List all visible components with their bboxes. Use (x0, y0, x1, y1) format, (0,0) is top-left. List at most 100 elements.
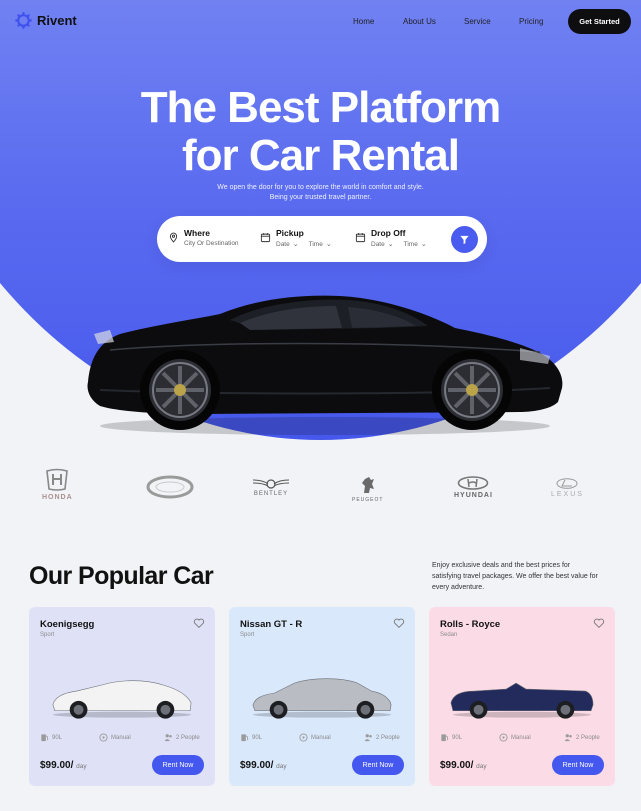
seat-capacity: 2 People (176, 734, 200, 741)
people-icon (564, 734, 572, 742)
price-period: day (76, 763, 87, 770)
brand-label-hyundai: HYUNDAI (454, 492, 493, 499)
transmission-spec: Manual (299, 733, 331, 742)
pickup-date-label: Date (276, 241, 290, 248)
headline-line-2: for Car Rental (182, 131, 460, 180)
steering-wheel-icon (499, 733, 508, 742)
steering-wheel-icon (299, 733, 308, 742)
car-image (252, 678, 392, 719)
fuel-spec: 90L (40, 733, 62, 742)
seat-capacity: 2 People (376, 734, 400, 741)
car-name: Koenigsegg (40, 619, 95, 630)
bentley-wings-icon (252, 479, 290, 489)
fuel-capacity: 90L (252, 734, 263, 741)
brand-ring-logo (146, 474, 194, 500)
rent-now-button[interactable]: Rent Now (152, 755, 204, 775)
nav-pricing[interactable]: Pricing (519, 17, 543, 26)
brand-label-bentley: BENTLEY (253, 491, 289, 497)
hero-subline: We open the door for you to explore the … (0, 183, 641, 202)
car-type: Sedan (440, 632, 458, 638)
brand-label-lexus: LEXUS (551, 491, 584, 498)
lexus-logo-icon (556, 478, 578, 489)
dropoff-time-label: Time (403, 241, 418, 248)
transmission-spec: Manual (99, 733, 131, 742)
car-specs: 90L Manual 2 People (440, 733, 606, 745)
steering-wheel-icon (99, 733, 108, 742)
filter-button[interactable] (451, 226, 478, 253)
chevron-down-icon: ⌄ (387, 241, 394, 248)
brand-label-honda: HONDA (42, 494, 73, 501)
chevron-down-icon: ⌄ (292, 241, 299, 248)
people-icon (164, 734, 172, 742)
hyundai-logo-icon (458, 476, 489, 490)
brand-hyundai: HYUNDAI (454, 476, 493, 499)
nav-service[interactable]: Service (464, 17, 491, 26)
fuel-spec: 90L (440, 733, 462, 742)
car-image (52, 680, 192, 719)
brand-label-peugeot: PEUGEOT (352, 497, 384, 503)
pickup-time-select[interactable]: Time ⌄ (309, 240, 332, 248)
where-field[interactable]: Where City Or Destination (168, 228, 239, 247)
fuel-pump-icon (441, 734, 449, 742)
navbar: Rivent Home About Us Service Pricing Get… (0, 0, 641, 44)
dropoff-label: Drop Off (371, 228, 406, 238)
headline-line-1: The Best Platform (140, 83, 502, 132)
dropoff-field[interactable]: Drop Off Date ⌄ Time ⌄ (355, 228, 427, 248)
honda-logo-icon (46, 468, 69, 491)
brand-lexus: LEXUS (551, 478, 584, 498)
price-period: day (276, 763, 287, 770)
capacity-spec: 2 People (364, 733, 400, 742)
pickup-label: Pickup (276, 228, 304, 238)
dropoff-time-select[interactable]: Time ⌄ (404, 240, 427, 248)
car-specs: 90L Manual 2 People (240, 733, 406, 745)
rent-now-button[interactable]: Rent Now (552, 755, 604, 775)
brand-honda: HONDA (42, 468, 73, 501)
price: $99.00/ day (440, 760, 487, 771)
page: Rivent Home About Us Service Pricing Get… (0, 0, 641, 811)
car-image (450, 682, 594, 719)
peugeot-lion-icon (361, 477, 374, 493)
popular-description-line-2: satisfying travel packages. We offer the… (432, 573, 598, 580)
chevron-down-icon: ⌄ (325, 241, 332, 248)
heart-icon[interactable] (593, 617, 605, 629)
fuel-pump-icon (41, 734, 49, 742)
popular-description: Enjoy exclusive deals and the best price… (432, 560, 622, 593)
capacity-spec: 2 People (564, 733, 600, 742)
transmission-spec: Manual (499, 733, 531, 742)
heart-icon[interactable] (393, 617, 405, 629)
brand-peugeot: PEUGEOT (352, 475, 383, 503)
pickup-time-label: Time (308, 241, 323, 248)
logo-icon (15, 12, 32, 29)
popular-description-line-1: Enjoy exclusive deals and the best price… (432, 562, 571, 569)
car-name: Nissan GT - R (240, 619, 303, 630)
price-period: day (476, 763, 487, 770)
brand-bentley: BENTLEY (251, 477, 291, 497)
brand-ring-logo-icon (146, 475, 194, 499)
price-amount: $99.00/ (440, 760, 474, 771)
search-bar: Where City Or Destination Pickup Date ⌄ T… (157, 216, 487, 262)
pickup-field[interactable]: Pickup Date ⌄ Time ⌄ (260, 228, 332, 248)
nav-about-us[interactable]: About Us (403, 17, 436, 26)
fuel-pump-icon (241, 734, 249, 742)
car-card[interactable]: Rolls - Royce Sedan 90L Manual 2 People (429, 607, 615, 786)
car-type: Sport (40, 632, 55, 638)
get-started-button[interactable]: Get Started (568, 9, 631, 34)
rent-now-button[interactable]: Rent Now (352, 755, 404, 775)
price: $99.00/ day (40, 760, 87, 771)
car-card[interactable]: Nissan GT - R Sport 90L Manual 2 People (229, 607, 415, 786)
logo[interactable]: Rivent (15, 12, 77, 29)
pickup-date-select[interactable]: Date ⌄ (276, 240, 299, 248)
calendar-icon (260, 233, 271, 243)
car-name: Rolls - Royce (440, 619, 501, 630)
hero-headline: The Best Platform for Car Rental (0, 84, 641, 180)
dropoff-date-label: Date (371, 241, 385, 248)
capacity-spec: 2 People (164, 733, 200, 742)
price: $99.00/ day (240, 760, 287, 771)
car-card[interactable]: Koenigsegg Sport 90L Manual 2 People $99… (29, 607, 215, 786)
dropoff-date-select[interactable]: Date ⌄ (371, 240, 394, 248)
where-placeholder: City Or Destination (184, 240, 239, 247)
transmission-type: Manual (111, 734, 131, 741)
nav-home[interactable]: Home (353, 17, 374, 26)
heart-icon[interactable] (193, 617, 205, 629)
popular-title: Our Popular Car (29, 562, 214, 590)
